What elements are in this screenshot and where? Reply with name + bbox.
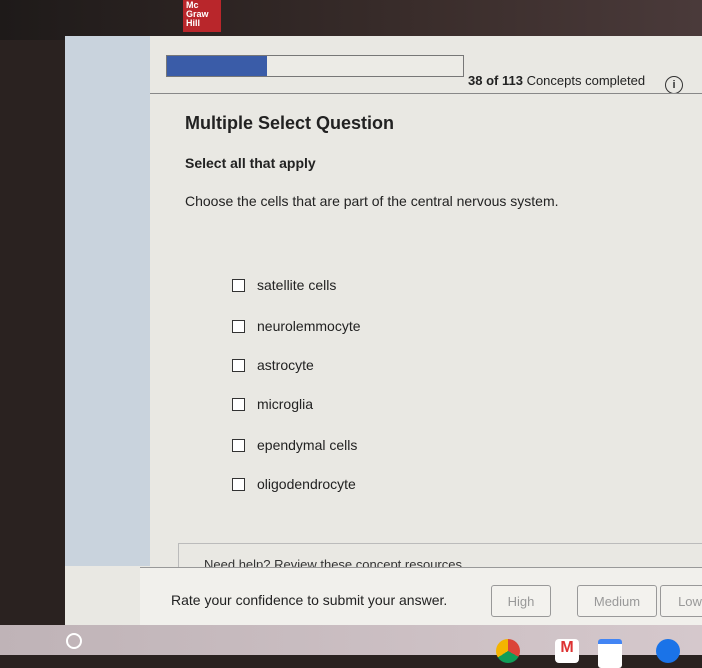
question-prompt: Choose the cells that are part of the ce…	[185, 193, 559, 209]
launcher-icon[interactable]	[66, 633, 82, 649]
option-ependymal-cells[interactable]: ependymal cells	[232, 437, 357, 453]
checkbox[interactable]	[232, 438, 245, 452]
browser-background	[0, 0, 702, 40]
option-label: neurolemmocyte	[257, 318, 361, 334]
confidence-bar: Rate your confidence to submit your answ…	[140, 567, 702, 626]
option-oligodendrocyte[interactable]: oligodendrocyte	[232, 476, 356, 492]
calendar-icon[interactable]	[598, 639, 622, 668]
option-neurolemmocyte[interactable]: neurolemmocyte	[232, 318, 361, 334]
option-label: oligodendrocyte	[257, 476, 356, 492]
checkbox[interactable]	[232, 358, 245, 372]
mcgraw-hill-logo: Mc Graw Hill	[183, 0, 221, 32]
option-label: microglia	[257, 396, 314, 412]
checkbox[interactable]	[232, 319, 245, 333]
chrome-icon[interactable]	[496, 639, 520, 663]
instruction: Select all that apply	[185, 155, 316, 171]
checkbox[interactable]	[232, 477, 245, 491]
option-label: astrocyte	[257, 357, 314, 373]
progress-fill	[167, 56, 267, 76]
help-resources-link[interactable]: Need help? Review these concept resource…	[178, 543, 702, 569]
low-button[interactable]: Low	[660, 585, 702, 617]
progress-label: Concepts completed	[526, 73, 646, 88]
progress-bar	[166, 55, 464, 77]
option-label: satellite cells	[257, 277, 337, 293]
progress-text: 38 of 113 Concepts completed	[468, 73, 645, 88]
files-icon[interactable]	[656, 639, 680, 663]
left-sidebar	[65, 36, 150, 566]
high-button[interactable]: High	[491, 585, 551, 617]
taskbar: M	[0, 625, 702, 668]
checkbox[interactable]	[232, 278, 245, 292]
progress-count: 38 of 113	[468, 73, 523, 88]
question-type-title: Multiple Select Question	[185, 113, 395, 133]
info-icon[interactable]: i	[665, 76, 683, 94]
option-label: ependymal cells	[257, 437, 358, 453]
medium-button[interactable]: Medium	[577, 585, 657, 617]
checkbox[interactable]	[232, 397, 245, 411]
option-satellite-cells[interactable]: satellite cells	[232, 277, 336, 293]
option-microglia[interactable]: microglia	[232, 396, 313, 412]
header-divider	[150, 93, 702, 94]
confidence-prompt: Rate your confidence to submit your answ…	[171, 592, 448, 608]
option-astrocyte[interactable]: astrocyte	[232, 357, 314, 373]
gmail-icon[interactable]: M	[555, 639, 579, 663]
